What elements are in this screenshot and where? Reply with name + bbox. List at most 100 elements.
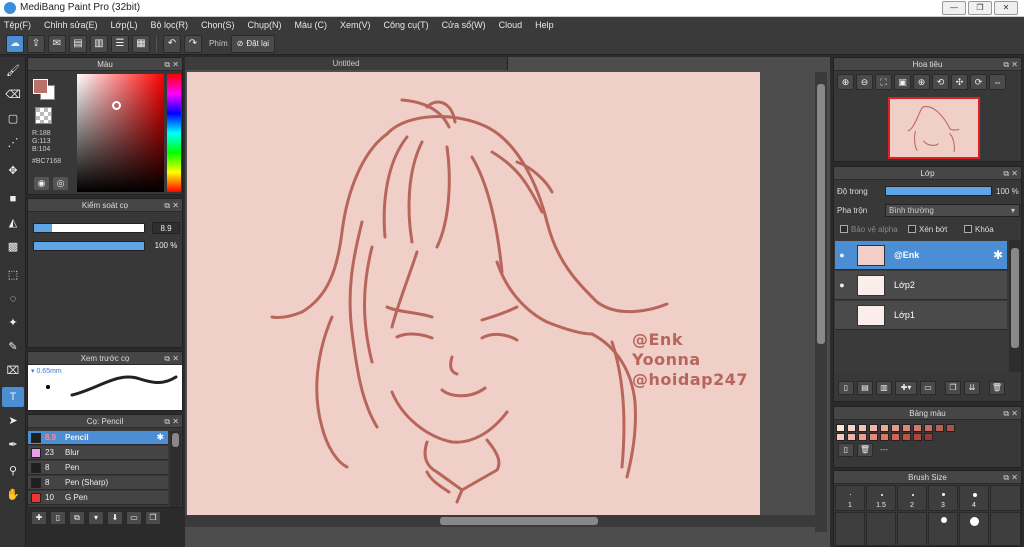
- layer-item[interactable]: ● @Enk ✱: [835, 241, 1007, 270]
- menu-layer[interactable]: Lớp(L): [111, 20, 138, 30]
- select-pen-icon[interactable]: ✎: [2, 337, 24, 357]
- palette-swatch[interactable]: [946, 424, 955, 432]
- pen-icon[interactable]: ✒: [2, 435, 24, 455]
- protect-alpha-checkbox[interactable]: Bảo vệ alpha: [840, 225, 898, 234]
- lock-checkbox[interactable]: Khóa: [964, 225, 994, 234]
- new-layer-icon[interactable]: ▯: [838, 381, 854, 395]
- palette-swatch[interactable]: [891, 433, 900, 441]
- duplicate-icon[interactable]: ❐: [145, 511, 161, 525]
- undo-icon[interactable]: ↶: [163, 34, 181, 53]
- menu-tools[interactable]: Công cụ(T): [384, 20, 429, 30]
- canvas-tab[interactable]: Untitled: [185, 57, 508, 70]
- minimize-button[interactable]: —: [942, 1, 966, 15]
- brush-item[interactable]: 10 G Pen: [28, 491, 168, 505]
- canvas-vscroll-thumb[interactable]: [817, 84, 825, 344]
- operation-icon[interactable]: ➤: [2, 411, 24, 431]
- fit-window-icon[interactable]: ⛶: [875, 74, 892, 90]
- brush-size-cell[interactable]: 1: [835, 485, 865, 511]
- eraser-icon[interactable]: ⌫: [2, 85, 24, 105]
- palette-icon[interactable]: ◉: [34, 177, 49, 190]
- layer-list-scrollbar[interactable]: [1009, 240, 1021, 372]
- palette-swatch[interactable]: [913, 424, 922, 432]
- trash-icon[interactable]: 🗑: [857, 443, 873, 457]
- redo-icon[interactable]: ↷: [184, 34, 202, 53]
- panel-pin-close-icon[interactable]: ⧉ ✕: [164, 415, 179, 428]
- brush-size-cell[interactable]: [835, 512, 865, 546]
- brush-size-cell[interactable]: [959, 512, 989, 546]
- gradient-icon[interactable]: ▩: [2, 237, 24, 257]
- cloud-icon[interactable]: ☁: [6, 34, 24, 53]
- panel-pin-close-icon[interactable]: ⧉ ✕: [164, 352, 179, 365]
- brush-size-cell[interactable]: [990, 512, 1021, 546]
- brush-size-value[interactable]: 8.9: [152, 222, 180, 234]
- palette-swatch[interactable]: [836, 433, 845, 441]
- palette-swatch[interactable]: [913, 433, 922, 441]
- new-layer-8bit-icon[interactable]: ▤: [857, 381, 873, 395]
- blend-mode-select[interactable]: Bình thường ▾: [885, 204, 1020, 217]
- palette-swatch[interactable]: [924, 433, 933, 441]
- main-color-swatch[interactable]: [33, 79, 48, 94]
- panel-pin-close-icon[interactable]: ⧉ ✕: [1003, 471, 1018, 484]
- palette-swatch[interactable]: [902, 424, 911, 432]
- palette-swatch[interactable]: [880, 433, 889, 441]
- page-icon[interactable]: ▥: [90, 34, 108, 53]
- brush-size-cell[interactable]: 4: [959, 485, 989, 511]
- brush-size-cell[interactable]: 2: [897, 485, 927, 511]
- eye-icon[interactable]: ●: [835, 250, 849, 260]
- zoom-in-icon[interactable]: ⊕: [837, 74, 854, 90]
- transparent-swatch[interactable]: [35, 107, 52, 124]
- brush-size-cell[interactable]: [866, 512, 896, 546]
- duplicate-layer-icon[interactable]: ❐: [945, 381, 961, 395]
- document-icon[interactable]: ▤: [69, 34, 87, 53]
- menu-select[interactable]: Chọn(S): [201, 20, 235, 30]
- palette-swatch[interactable]: [869, 424, 878, 432]
- select-eraser-icon[interactable]: ⌧: [2, 361, 24, 381]
- merge-layer-icon[interactable]: ⇊: [964, 381, 980, 395]
- palette-swatch[interactable]: [891, 424, 900, 432]
- brush-size-cell[interactable]: 3: [928, 485, 958, 511]
- brush-add-icon[interactable]: ✚: [31, 511, 47, 525]
- copy-icon[interactable]: ⧉: [69, 511, 85, 525]
- folder-icon[interactable]: ▭: [920, 381, 936, 395]
- select-rect-icon[interactable]: ⬚: [2, 265, 24, 285]
- menu-color[interactable]: Màu (C): [295, 20, 328, 30]
- move-icon[interactable]: ✥: [2, 161, 24, 181]
- brush-size-cell[interactable]: 1.5: [866, 485, 896, 511]
- reset-button[interactable]: ⊘ Đặt lại: [230, 34, 276, 53]
- menu-file[interactable]: Tệp(F): [4, 20, 31, 30]
- palette-swatch[interactable]: [880, 424, 889, 432]
- canvas-horizontal-scrollbar[interactable]: [185, 515, 815, 527]
- brush-opacity-slider[interactable]: [33, 241, 145, 251]
- menu-filter[interactable]: Bộ lọc(R): [150, 20, 188, 30]
- grid-icon[interactable]: ▦: [132, 34, 150, 53]
- gear-icon[interactable]: ✱: [993, 248, 1003, 262]
- eye-icon[interactable]: ●: [835, 280, 849, 290]
- palette-swatch[interactable]: [847, 424, 856, 432]
- layer-item[interactable]: Lớp1: [835, 301, 1007, 330]
- zoom-out-icon[interactable]: ⊖: [856, 74, 873, 90]
- layer-scroll-thumb[interactable]: [1011, 248, 1019, 348]
- menu-view[interactable]: Xem(V): [340, 20, 371, 30]
- rotate-right-icon[interactable]: ⟳: [970, 74, 987, 90]
- brush-size-cell[interactable]: [990, 485, 1021, 511]
- navigator-thumbnail[interactable]: [888, 97, 980, 159]
- brush-icon[interactable]: 🖌: [2, 61, 24, 81]
- clipping-checkbox[interactable]: Xén bớt: [908, 225, 947, 234]
- hue-slider[interactable]: [167, 74, 181, 192]
- reset-view-icon[interactable]: ✣: [951, 74, 968, 90]
- panel-pin-close-icon[interactable]: ⧉ ✕: [1003, 407, 1018, 420]
- drawing-canvas[interactable]: @Enk Yoonna @hoidap247: [187, 72, 760, 516]
- list-icon[interactable]: ☰: [111, 34, 129, 53]
- new-page-icon[interactable]: ▯: [50, 511, 66, 525]
- new-layer-1bit-icon[interactable]: ▥: [876, 381, 892, 395]
- color-saturation-picker[interactable]: [77, 74, 164, 192]
- brush-item[interactable]: 8 Pen (Sharp): [28, 476, 168, 490]
- hand-icon[interactable]: ✋: [2, 485, 24, 505]
- palette-swatch[interactable]: [858, 433, 867, 441]
- palette-swatch[interactable]: [847, 433, 856, 441]
- menu-cloud[interactable]: Cloud: [499, 20, 523, 30]
- add-layer-dropdown-icon[interactable]: ✚▾: [895, 381, 917, 395]
- panel-pin-close-icon[interactable]: ⧉ ✕: [164, 58, 179, 71]
- folder-icon[interactable]: ▭: [126, 511, 142, 525]
- eyedropper-icon[interactable]: ⚲: [2, 461, 24, 481]
